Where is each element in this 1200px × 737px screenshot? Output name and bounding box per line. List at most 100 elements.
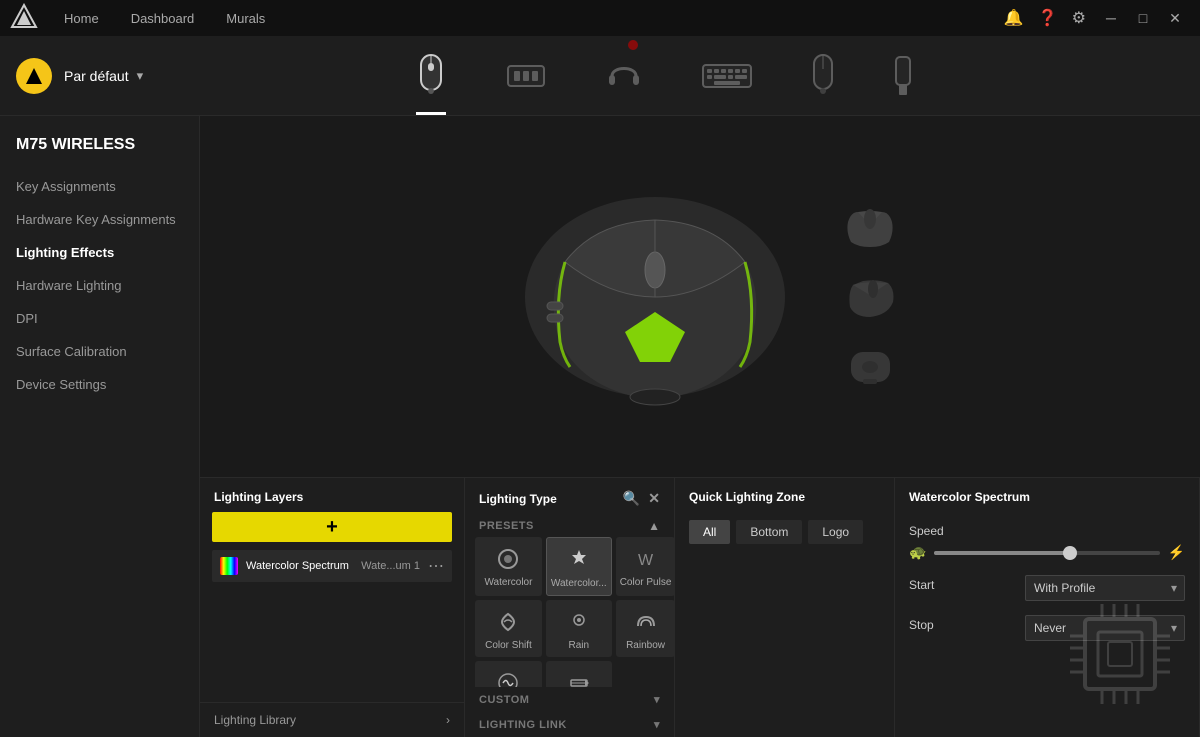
zone-buttons: All Bottom Logo bbox=[675, 512, 894, 552]
quick-zone-title: Quick Lighting Zone bbox=[689, 490, 805, 504]
nav-dashboard[interactable]: Dashboard bbox=[115, 0, 211, 36]
device-tab-0[interactable] bbox=[416, 36, 446, 115]
bottom-panels: Lighting Layers + Watercolor Spectrum Wa… bbox=[200, 477, 1200, 737]
preset-rain[interactable]: Rain bbox=[546, 600, 612, 657]
lighting-library-label[interactable]: Lighting Library bbox=[214, 713, 296, 727]
titlebar: Home Dashboard Murals 🔔 ❓ ⚙ ─ □ ✕ bbox=[0, 0, 1200, 36]
app-logo bbox=[10, 3, 38, 34]
presets-label: PRESETS bbox=[479, 520, 534, 532]
nav-home[interactable]: Home bbox=[48, 0, 115, 36]
lighting-link-label: LIGHTING LINK bbox=[479, 719, 567, 731]
custom-section[interactable]: CUSTOM ▾ bbox=[465, 687, 674, 712]
layer-sub: Wate...um 1 bbox=[361, 560, 420, 572]
profile-name: Par défaut bbox=[64, 68, 129, 84]
lighting-link-section[interactable]: LIGHTING LINK ▾ bbox=[465, 712, 674, 737]
preset-rainbow[interactable]: Rainbow bbox=[616, 600, 674, 657]
sidebar-item-dpi[interactable]: DPI bbox=[0, 302, 199, 335]
preset-color-shift-icon bbox=[494, 608, 522, 636]
device-tab-2[interactable] bbox=[606, 36, 642, 115]
lighting-layers-title: Lighting Layers bbox=[214, 490, 303, 504]
sidebar-item-hw-key-assignments[interactable]: Hardware Key Assignments bbox=[0, 203, 199, 236]
titlebar-nav: Home Dashboard Murals bbox=[48, 0, 281, 36]
zone-btn-bottom[interactable]: Bottom bbox=[736, 520, 802, 544]
zone-btn-all[interactable]: All bbox=[689, 520, 730, 544]
lighting-layers-panel: Lighting Layers + Watercolor Spectrum Wa… bbox=[200, 478, 465, 737]
preset-watercolor-spectrum[interactable]: Watercolor... bbox=[546, 537, 612, 596]
lighting-type-close-icon[interactable]: ✕ bbox=[648, 490, 660, 507]
bell-icon[interactable]: 🔔 bbox=[1004, 8, 1024, 28]
preset-watercolor-spectrum-icon bbox=[565, 546, 593, 574]
sidebar-item-lighting-effects[interactable]: Lighting Effects bbox=[0, 236, 199, 269]
speed-fast-icon: ⚡ bbox=[1168, 544, 1185, 561]
right-thumbnails bbox=[825, 182, 915, 412]
preset-rain-label: Rain bbox=[550, 640, 608, 651]
sidebar: M75 WIRELESS Key Assignments Hardware Ke… bbox=[0, 116, 200, 737]
device-tab-3[interactable] bbox=[702, 36, 752, 115]
thumb-mouse-side[interactable] bbox=[835, 202, 905, 252]
sidebar-item-device-settings[interactable]: Device Settings bbox=[0, 368, 199, 401]
lighting-library-arrow[interactable]: › bbox=[446, 713, 450, 727]
device-tab-5[interactable] bbox=[894, 36, 912, 115]
nav-murals[interactable]: Murals bbox=[210, 0, 281, 36]
add-layer-button[interactable]: + bbox=[212, 512, 452, 542]
main-content: M75 WIRELESS Key Assignments Hardware Ke… bbox=[0, 116, 1200, 737]
device-tab-1[interactable] bbox=[506, 36, 546, 115]
watercolor-settings-title: Watercolor Spectrum bbox=[909, 490, 1030, 504]
stop-label: Stop bbox=[909, 618, 934, 632]
lighting-layers-header: Lighting Layers bbox=[200, 478, 464, 512]
preset-watercolor-icon bbox=[494, 545, 522, 573]
minimize-button[interactable]: ─ bbox=[1096, 3, 1126, 33]
speed-slider-track[interactable] bbox=[934, 551, 1159, 555]
mouse-svg bbox=[485, 182, 825, 412]
sidebar-item-hw-lighting[interactable]: Hardware Lighting bbox=[0, 269, 199, 302]
quick-zone-panel: Quick Lighting Zone All Bottom Logo bbox=[675, 478, 895, 737]
sidebar-item-surface-calibration[interactable]: Surface Calibration bbox=[0, 335, 199, 368]
layer-more-icon[interactable]: ⋯ bbox=[428, 556, 444, 576]
lighting-type-panel: Lighting Type 🔍 ✕ PRESETS ▲ bbox=[465, 478, 675, 737]
speed-slow-icon: 🐢 bbox=[909, 544, 926, 561]
preset-rainbow-label: Rainbow bbox=[620, 640, 672, 651]
device-tab-4[interactable] bbox=[812, 36, 834, 115]
watercolor-settings-header: Watercolor Spectrum bbox=[895, 478, 1199, 512]
lighting-library-footer: Lighting Library › bbox=[200, 702, 464, 737]
preset-watercolor-spectrum-label: Watercolor... bbox=[551, 578, 607, 589]
presets-collapse-icon[interactable]: ▲ bbox=[648, 519, 660, 533]
quick-zone-header: Quick Lighting Zone bbox=[675, 478, 894, 512]
titlebar-actions: 🔔 ❓ ⚙ bbox=[1004, 8, 1086, 28]
thumb-mouse-angle[interactable] bbox=[835, 272, 905, 322]
chip-watermark bbox=[1060, 594, 1180, 717]
start-label: Start bbox=[909, 578, 934, 592]
help-icon[interactable]: ❓ bbox=[1038, 8, 1058, 28]
zone-btn-logo[interactable]: Logo bbox=[808, 520, 863, 544]
layer-color-strip bbox=[220, 557, 238, 575]
layer-item[interactable]: Watercolor Spectrum Wate...um 1 ⋯ bbox=[212, 550, 452, 582]
preset-color-shift[interactable]: Color Shift bbox=[475, 600, 542, 657]
mouse-preview bbox=[200, 116, 1200, 477]
preset-watercolor-label: Watercolor bbox=[479, 577, 538, 588]
device-tabs bbox=[143, 36, 1184, 115]
speed-row: Speed 🐢 ⚡ bbox=[909, 524, 1185, 561]
thumb-mouse-bottom[interactable] bbox=[835, 342, 905, 392]
preset-rainbow-w[interactable]: Rainbow W... bbox=[475, 661, 542, 687]
preset-color-pulse[interactable]: W Color Pulse bbox=[616, 537, 674, 596]
lighting-type-actions: 🔍 ✕ bbox=[623, 490, 660, 507]
preset-watercolor[interactable]: Watercolor bbox=[475, 537, 542, 596]
window-controls: ─ □ ✕ bbox=[1096, 3, 1190, 33]
custom-collapse-icon: ▾ bbox=[654, 693, 660, 706]
lighting-type-title: Lighting Type bbox=[479, 492, 557, 506]
lighting-type-search-icon[interactable]: 🔍 bbox=[623, 490, 640, 507]
settings-icon[interactable]: ⚙ bbox=[1072, 8, 1086, 28]
speed-label: Speed bbox=[909, 524, 1185, 538]
maximize-button[interactable]: □ bbox=[1128, 3, 1158, 33]
preset-rainbow-icon bbox=[632, 608, 660, 636]
close-button[interactable]: ✕ bbox=[1160, 3, 1190, 33]
layer-name: Watercolor Spectrum bbox=[246, 560, 353, 572]
preset-color-pulse-label: Color Pulse bbox=[620, 577, 672, 588]
profile-icon bbox=[16, 58, 52, 94]
svg-text:W: W bbox=[638, 552, 654, 569]
custom-label: CUSTOM bbox=[479, 694, 529, 706]
speed-slider-thumb[interactable] bbox=[1063, 546, 1077, 560]
preset-visor[interactable]: Visor bbox=[546, 661, 612, 687]
preset-rain-icon bbox=[565, 608, 593, 636]
sidebar-item-key-assignments[interactable]: Key Assignments bbox=[0, 170, 199, 203]
